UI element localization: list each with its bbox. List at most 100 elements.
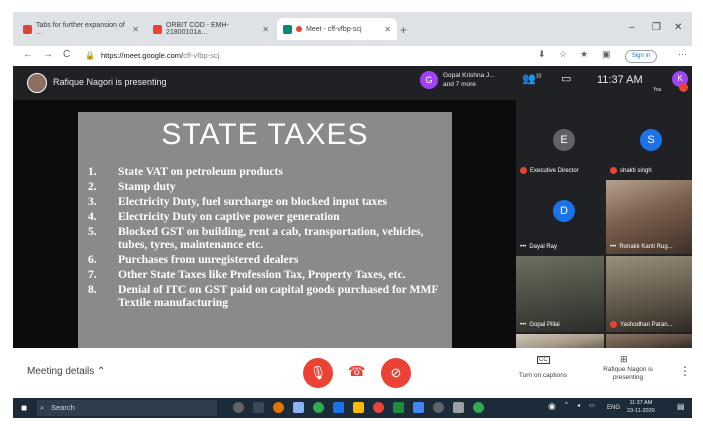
- participant-name: ••• Dayal Ray: [520, 244, 557, 250]
- participant-video-tile[interactable]: Yashodhan Paran...: [606, 256, 692, 332]
- favorites-icon[interactable]: ★: [580, 49, 588, 60]
- notifications-icon[interactable]: ▤: [677, 402, 685, 411]
- app-icon[interactable]: [453, 402, 464, 413]
- camera-off-button[interactable]: ⊘: [381, 358, 411, 388]
- browser-tab-active[interactable]: Meet - cff-vfbp-scj ✕: [277, 18, 397, 40]
- presented-slide: STATE TAXES 1. State VAT on petroleum pro…: [78, 112, 452, 348]
- task-view-icon[interactable]: [253, 402, 264, 413]
- tab-favicon-icon: [153, 24, 162, 34]
- taskbar-search-label: Search: [51, 403, 75, 412]
- participant-tile[interactable]: S shakti singh: [606, 100, 692, 178]
- participant-tile[interactable]: D ••• Dayal Ray: [516, 180, 604, 254]
- mic-off-button[interactable]: 🎙: [303, 358, 333, 388]
- slide-item-number: 1.: [88, 165, 97, 178]
- lock-icon: 🔒: [85, 51, 95, 60]
- store-app-icon[interactable]: [333, 402, 344, 413]
- file-explorer-icon[interactable]: [353, 402, 364, 413]
- captions-icon: CC: [537, 356, 550, 364]
- participant-name-text: shakti singh: [620, 168, 652, 174]
- mic-off-icon: [610, 166, 617, 174]
- excel-app-icon[interactable]: [393, 402, 404, 413]
- app-icon[interactable]: [433, 402, 444, 413]
- close-tab-icon[interactable]: ✕: [262, 25, 269, 34]
- chat-icon[interactable]: ▭: [561, 72, 571, 85]
- close-tab-icon[interactable]: ✕: [384, 25, 391, 34]
- edge-app-icon[interactable]: [313, 402, 324, 413]
- slide-item-number: 7.: [88, 268, 97, 282]
- browser-tab[interactable]: Tabs for further expansion of … ✕: [17, 18, 145, 40]
- taskbar-time: 11:37 AM: [629, 400, 653, 406]
- participant-name-text: Dayal Ray: [529, 244, 557, 250]
- more-options-icon[interactable]: ⋯: [678, 49, 687, 60]
- new-tab-button[interactable]: +: [400, 23, 407, 37]
- presenting-button[interactable]: Rafique Nagori is presenting: [598, 366, 658, 382]
- participant-name: Yashodhan Paran...: [610, 320, 673, 328]
- more-options-button[interactable]: ⋮: [679, 364, 691, 378]
- windows-start-icon[interactable]: ■: [21, 403, 27, 414]
- taskbar-search[interactable]: ⌕ Search: [37, 400, 217, 416]
- maximize-button[interactable]: ❐: [652, 22, 661, 33]
- reload-button[interactable]: C: [63, 49, 70, 60]
- teams-app-icon[interactable]: [293, 402, 304, 413]
- close-tab-icon[interactable]: ✕: [132, 25, 139, 34]
- people-icon[interactable]: 👥10: [522, 72, 541, 85]
- browser-app-icon[interactable]: [273, 402, 284, 413]
- present-screen-icon: ⊞: [620, 354, 628, 364]
- chrome-app-icon[interactable]: [373, 402, 384, 413]
- forward-button[interactable]: →: [43, 49, 53, 60]
- cortana-icon[interactable]: [233, 402, 244, 413]
- meeting-controls: Meeting details ⌃ 🎙 ☎ ⊘ CC Turn on capti…: [13, 348, 692, 398]
- tray-chevron-icon[interactable]: ^: [565, 402, 568, 408]
- word-app-icon[interactable]: [413, 402, 424, 413]
- self-label: You: [653, 87, 662, 93]
- browser-tab[interactable]: ORBIT COD - EMH-21800101a… ✕: [147, 18, 275, 40]
- minimize-button[interactable]: –: [629, 22, 635, 33]
- slide-item: 1. State VAT on petroleum products: [88, 165, 448, 179]
- participant-avatar: D: [553, 200, 575, 222]
- bookmark-star-icon[interactable]: ☆: [559, 49, 567, 60]
- participant-more: and 7 more: [443, 81, 476, 88]
- participant-name-text: Ronakk Kanti Rug...: [619, 244, 673, 250]
- language-indicator[interactable]: ENG: [607, 405, 620, 411]
- slide-item-number: 4.: [88, 210, 97, 224]
- participant-video-tile[interactable]: [516, 334, 604, 348]
- meeting-details-label: Meeting details: [27, 366, 95, 377]
- presentation-stage: STATE TAXES 1. State VAT on petroleum pro…: [13, 100, 516, 348]
- tab-favicon-icon: [23, 24, 32, 34]
- tab-title: Tabs for further expansion of …: [36, 22, 125, 36]
- meeting-details-button[interactable]: Meeting details ⌃: [27, 366, 105, 377]
- slide-item: 5. Blocked GST on building, rent a cab, t…: [88, 226, 448, 251]
- participant-video-tile[interactable]: ••• Gopal Pillai: [516, 256, 604, 332]
- self-muted-icon: [679, 83, 688, 92]
- tab-title: Meet - cff-vfbp-scj: [306, 25, 362, 33]
- close-window-button[interactable]: ✕: [674, 22, 682, 33]
- app-icon[interactable]: [473, 402, 484, 413]
- chevron-up-icon: ⌃: [97, 366, 106, 377]
- recording-dot-icon: [296, 26, 302, 32]
- slide-item: 3. Electricity Duty, fuel surcharge on bl…: [88, 195, 448, 209]
- taskbar-clock[interactable]: 11:37 AM 23-11-2020: [627, 400, 655, 415]
- taskbar-date: 23-11-2020: [627, 407, 655, 414]
- extension-icon[interactable]: ⬇: [538, 49, 546, 60]
- slide-item-number: 6.: [88, 253, 97, 267]
- volume-icon[interactable]: ◂: [577, 402, 580, 409]
- participant-summary[interactable]: Gopal Krishna J... and 7 more: [443, 71, 495, 89]
- tab-title: ORBIT COD - EMH-21800101a…: [166, 22, 229, 36]
- participant-video-tile[interactable]: [606, 334, 692, 348]
- slide-item: 8. Denial of ITC on GST paid on capital g…: [88, 284, 448, 309]
- sign-in-button[interactable]: Sign in: [625, 50, 657, 63]
- back-button[interactable]: ←: [23, 49, 33, 60]
- participant-name-text: Executive Director: [530, 168, 579, 174]
- participant-tile[interactable]: E Executive Director: [516, 100, 604, 178]
- network-icon[interactable]: ◉: [548, 401, 556, 412]
- hang-up-button[interactable]: ☎: [348, 363, 365, 380]
- search-icon: ⌕: [40, 403, 45, 412]
- address-bar[interactable]: https://meet.google.com/cff-vfbp-scj: [101, 49, 346, 63]
- battery-icon: ▭: [589, 403, 595, 409]
- participant-video-tile[interactable]: ••• Ronakk Kanti Rug...: [606, 180, 692, 254]
- captions-button[interactable]: Turn on captions: [513, 372, 573, 380]
- participant-name: Executive Director: [520, 166, 579, 174]
- collections-icon[interactable]: ▣: [602, 49, 611, 60]
- participants-grid: E Executive Director S shakti singh D ••…: [516, 100, 692, 348]
- slide-item: 6. Purchases from unregistered dealers: [88, 253, 448, 267]
